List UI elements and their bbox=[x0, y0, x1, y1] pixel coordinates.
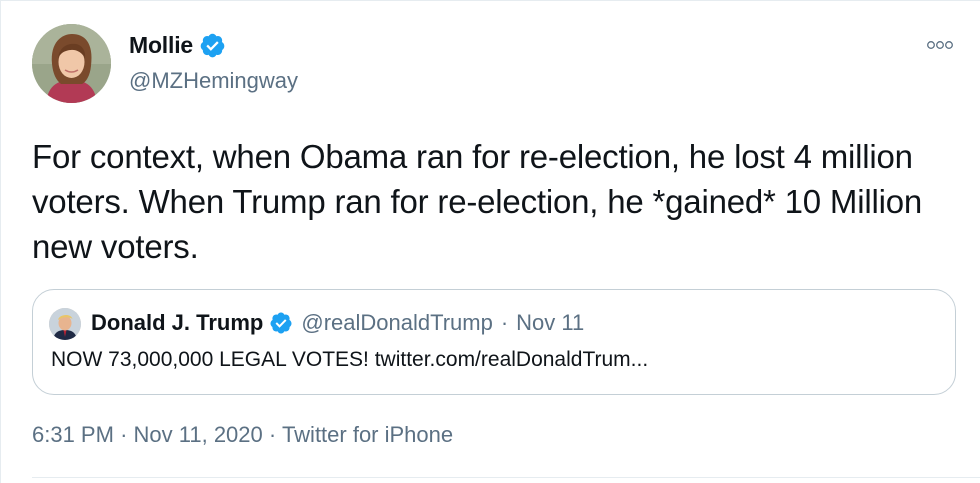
author-display-name[interactable]: Mollie bbox=[129, 32, 193, 59]
tweet-card: Mollie @MZHemingway For context, when Ob… bbox=[0, 0, 980, 483]
quoted-tweet[interactable]: Donald J. Trump @realDonaldTrump · Nov 1… bbox=[32, 289, 956, 395]
more-options-icon[interactable] bbox=[925, 35, 955, 55]
author-avatar[interactable] bbox=[32, 24, 111, 103]
quoted-author-name: Donald J. Trump bbox=[91, 310, 264, 335]
verified-badge-icon bbox=[269, 311, 293, 335]
author-name-row: Mollie bbox=[129, 32, 226, 59]
divider bbox=[32, 477, 980, 478]
quoted-author-handle: @realDonaldTrump bbox=[301, 310, 493, 335]
profile-photo-icon bbox=[32, 24, 111, 103]
metadata-separator: · bbox=[268, 422, 277, 447]
tweet-text: For context, when Obama ran for re-elect… bbox=[32, 138, 923, 265]
quoted-author-avatar bbox=[49, 308, 81, 340]
quoted-tweet-header: Donald J. Trump @realDonaldTrump · Nov 1… bbox=[91, 310, 584, 336]
tweet-source[interactable]: Twitter for iPhone bbox=[282, 422, 453, 447]
profile-photo-icon bbox=[49, 308, 81, 340]
tweet-date[interactable]: Nov 11, 2020 bbox=[134, 422, 263, 447]
quoted-separator: · bbox=[500, 310, 509, 335]
metadata-separator: · bbox=[120, 422, 128, 447]
quoted-tweet-text: NOW 73,000,000 LEGAL VOTES! twitter.com/… bbox=[51, 348, 649, 371]
tweet-time[interactable]: 6:31 PM bbox=[32, 422, 114, 447]
tweet-metadata: 6:31 PM · Nov 11, 2020 · Twitter for iPh… bbox=[32, 422, 453, 448]
verified-badge-icon bbox=[199, 32, 226, 59]
quoted-tweet-date: Nov 11 bbox=[516, 310, 585, 335]
author-handle[interactable]: @MZHemingway bbox=[129, 68, 298, 94]
